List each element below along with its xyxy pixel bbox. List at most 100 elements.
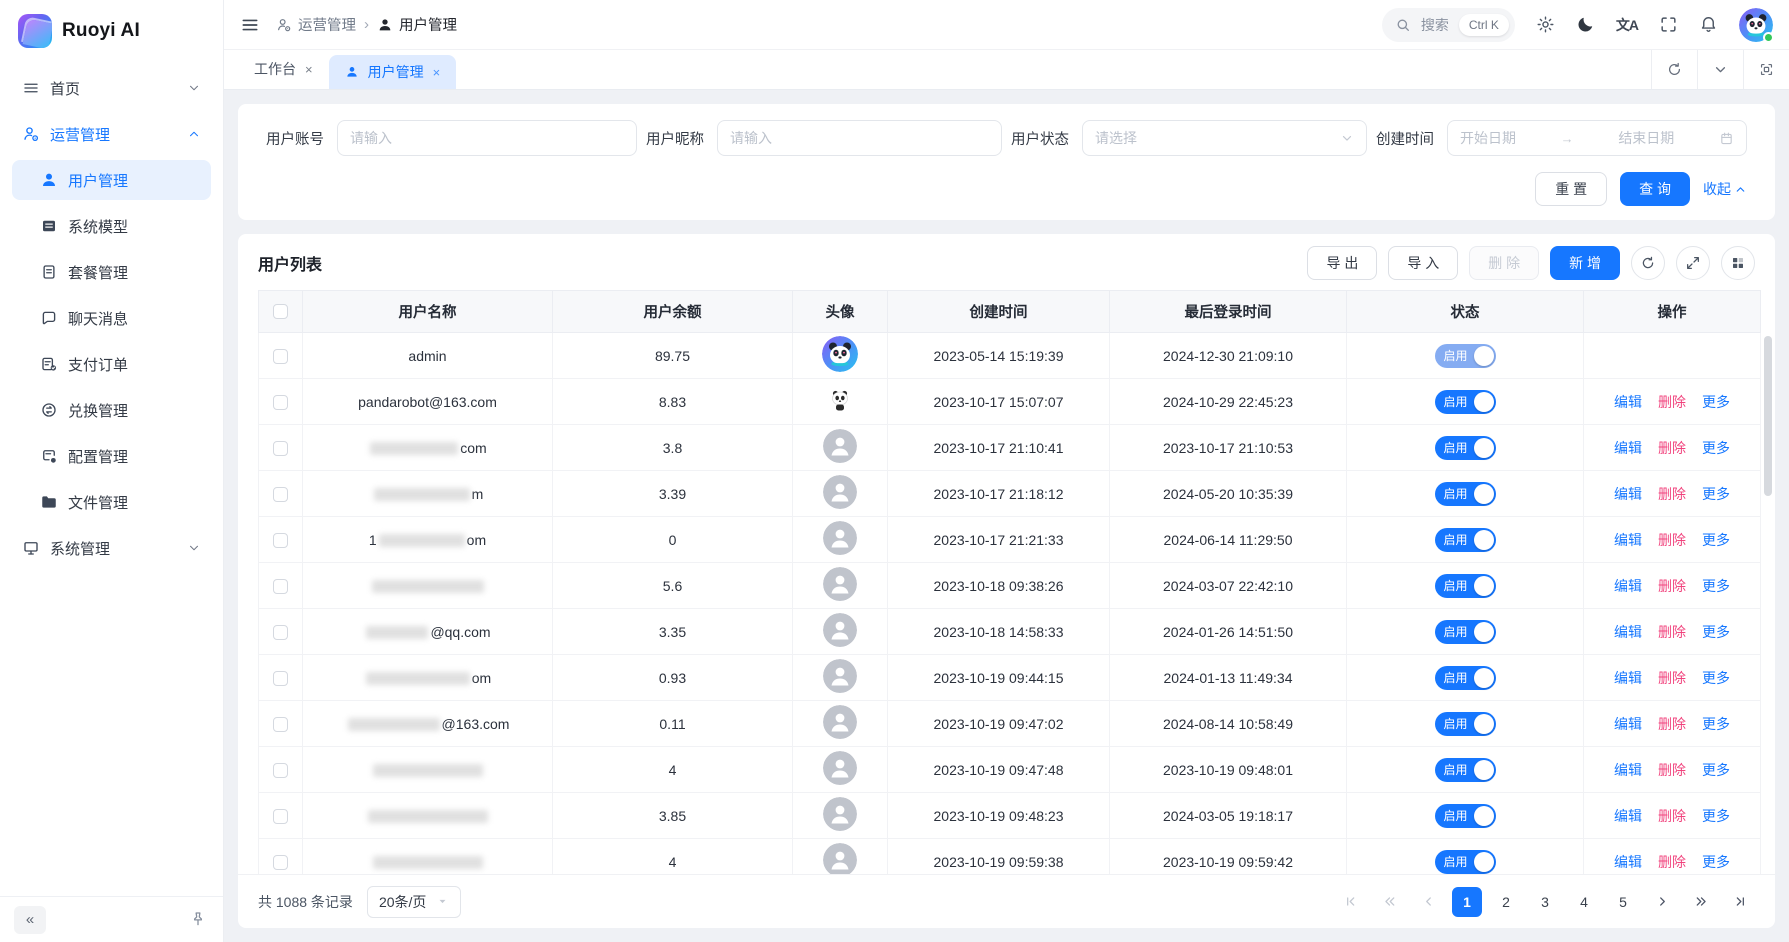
more-link[interactable]: 更多: [1702, 624, 1730, 640]
status-select[interactable]: 请选择: [1082, 120, 1367, 156]
delete-link[interactable]: 删除: [1658, 716, 1686, 732]
user-avatar[interactable]: [1739, 8, 1773, 42]
edit-link[interactable]: 编辑: [1614, 854, 1642, 870]
delete-link[interactable]: 删除: [1658, 670, 1686, 686]
status-toggle[interactable]: 启用: [1435, 620, 1496, 644]
edit-link[interactable]: 编辑: [1614, 394, 1642, 410]
select-all-checkbox[interactable]: [273, 304, 288, 319]
date-range-picker[interactable]: 开始日期 → 结束日期: [1447, 120, 1747, 156]
edit-link[interactable]: 编辑: [1614, 762, 1642, 778]
delete-link[interactable]: 删除: [1658, 854, 1686, 870]
first-page-button[interactable]: [1335, 887, 1365, 917]
row-checkbox[interactable]: [273, 855, 288, 870]
status-toggle[interactable]: 启用: [1435, 758, 1496, 782]
page-button-4[interactable]: 4: [1569, 887, 1599, 917]
fullscreen-icon[interactable]: [1659, 15, 1678, 34]
sidebar-collapse-button[interactable]: «: [14, 906, 46, 934]
translate-icon[interactable]: 文A: [1616, 15, 1638, 35]
settings-icon[interactable]: [1536, 15, 1555, 34]
edit-link[interactable]: 编辑: [1614, 532, 1642, 548]
status-toggle[interactable]: 启用: [1435, 804, 1496, 828]
prev-page-button[interactable]: [1413, 887, 1443, 917]
breadcrumb-group[interactable]: 运营管理: [276, 14, 356, 35]
table-scrollbar[interactable]: [1764, 334, 1772, 870]
row-checkbox[interactable]: [273, 579, 288, 594]
sidebar-item-套餐管理[interactable]: 套餐管理: [12, 252, 211, 292]
status-toggle[interactable]: 启用: [1435, 436, 1496, 460]
delete-link[interactable]: 删除: [1658, 440, 1686, 456]
more-link[interactable]: 更多: [1702, 394, 1730, 410]
page-button-2[interactable]: 2: [1491, 887, 1521, 917]
status-toggle[interactable]: 启用: [1435, 666, 1496, 690]
tab-menu-icon[interactable]: [1697, 50, 1743, 89]
delete-link[interactable]: 删除: [1658, 394, 1686, 410]
refresh-tab-icon[interactable]: [1651, 50, 1697, 89]
add-button[interactable]: 新 增: [1550, 246, 1620, 280]
prev-10-pages-button[interactable]: [1374, 887, 1404, 917]
sidebar-item-用户管理[interactable]: 用户管理: [12, 160, 211, 200]
status-toggle[interactable]: 启用: [1435, 390, 1496, 414]
row-checkbox[interactable]: [273, 671, 288, 686]
status-toggle[interactable]: 启用: [1435, 574, 1496, 598]
tab-用户管理[interactable]: 用户管理×: [329, 55, 457, 89]
row-checkbox[interactable]: [273, 717, 288, 732]
status-toggle[interactable]: 启用: [1435, 344, 1496, 368]
row-checkbox[interactable]: [273, 395, 288, 410]
edit-link[interactable]: 编辑: [1614, 440, 1642, 456]
menu-toggle-icon[interactable]: [240, 15, 260, 35]
more-link[interactable]: 更多: [1702, 762, 1730, 778]
pin-icon[interactable]: [189, 910, 209, 930]
next-10-pages-button[interactable]: [1686, 887, 1716, 917]
next-page-button[interactable]: [1647, 887, 1677, 917]
refresh-table-icon[interactable]: [1631, 246, 1665, 280]
page-button-5[interactable]: 5: [1608, 887, 1638, 917]
more-link[interactable]: 更多: [1702, 670, 1730, 686]
page-size-select[interactable]: 20条/页: [367, 886, 461, 918]
more-link[interactable]: 更多: [1702, 440, 1730, 456]
sidebar-item-兑换管理[interactable]: 兑换管理: [12, 390, 211, 430]
edit-link[interactable]: 编辑: [1614, 578, 1642, 594]
more-link[interactable]: 更多: [1702, 532, 1730, 548]
sidebar-item-配置管理[interactable]: 配置管理: [12, 436, 211, 476]
row-checkbox[interactable]: [273, 441, 288, 456]
account-input[interactable]: 请输入: [337, 120, 637, 156]
export-button[interactable]: 导 出: [1307, 246, 1377, 280]
row-checkbox[interactable]: [273, 487, 288, 502]
edit-link[interactable]: 编辑: [1614, 716, 1642, 732]
logo[interactable]: Ruoyi AI: [0, 0, 223, 62]
row-checkbox[interactable]: [273, 349, 288, 364]
last-page-button[interactable]: [1725, 887, 1755, 917]
edit-link[interactable]: 编辑: [1614, 670, 1642, 686]
sidebar-item-系统模型[interactable]: 系统模型: [12, 206, 211, 246]
delete-link[interactable]: 删除: [1658, 762, 1686, 778]
close-tab-icon[interactable]: ×: [433, 65, 441, 80]
edit-link[interactable]: 编辑: [1614, 808, 1642, 824]
column-settings-icon[interactable]: [1721, 246, 1755, 280]
sidebar-group-首页[interactable]: 首页: [12, 68, 211, 108]
tab-工作台[interactable]: 工作台×: [238, 49, 329, 89]
sidebar-group-运营管理[interactable]: 运营管理: [12, 114, 211, 154]
close-tab-icon[interactable]: ×: [305, 62, 313, 77]
page-button-3[interactable]: 3: [1530, 887, 1560, 917]
delete-link[interactable]: 删除: [1658, 578, 1686, 594]
delete-link[interactable]: 删除: [1658, 624, 1686, 640]
more-link[interactable]: 更多: [1702, 854, 1730, 870]
sidebar-item-聊天消息[interactable]: 聊天消息: [12, 298, 211, 338]
delete-link[interactable]: 删除: [1658, 486, 1686, 502]
scrollbar-thumb[interactable]: [1764, 336, 1772, 496]
row-checkbox[interactable]: [273, 533, 288, 548]
page-button-1[interactable]: 1: [1452, 887, 1482, 917]
notifications-icon[interactable]: [1699, 15, 1718, 34]
import-button[interactable]: 导 入: [1388, 246, 1458, 280]
row-checkbox[interactable]: [273, 625, 288, 640]
edit-link[interactable]: 编辑: [1614, 486, 1642, 502]
row-checkbox[interactable]: [273, 763, 288, 778]
global-search[interactable]: 搜索 Ctrl K: [1382, 8, 1515, 42]
delete-link[interactable]: 删除: [1658, 532, 1686, 548]
expand-table-icon[interactable]: [1676, 246, 1710, 280]
sidebar-group-系统管理[interactable]: 系统管理: [12, 528, 211, 568]
nickname-input[interactable]: 请输入: [717, 120, 1002, 156]
more-link[interactable]: 更多: [1702, 808, 1730, 824]
delete-button[interactable]: 删 除: [1469, 246, 1539, 280]
content-fullscreen-icon[interactable]: [1743, 50, 1789, 89]
